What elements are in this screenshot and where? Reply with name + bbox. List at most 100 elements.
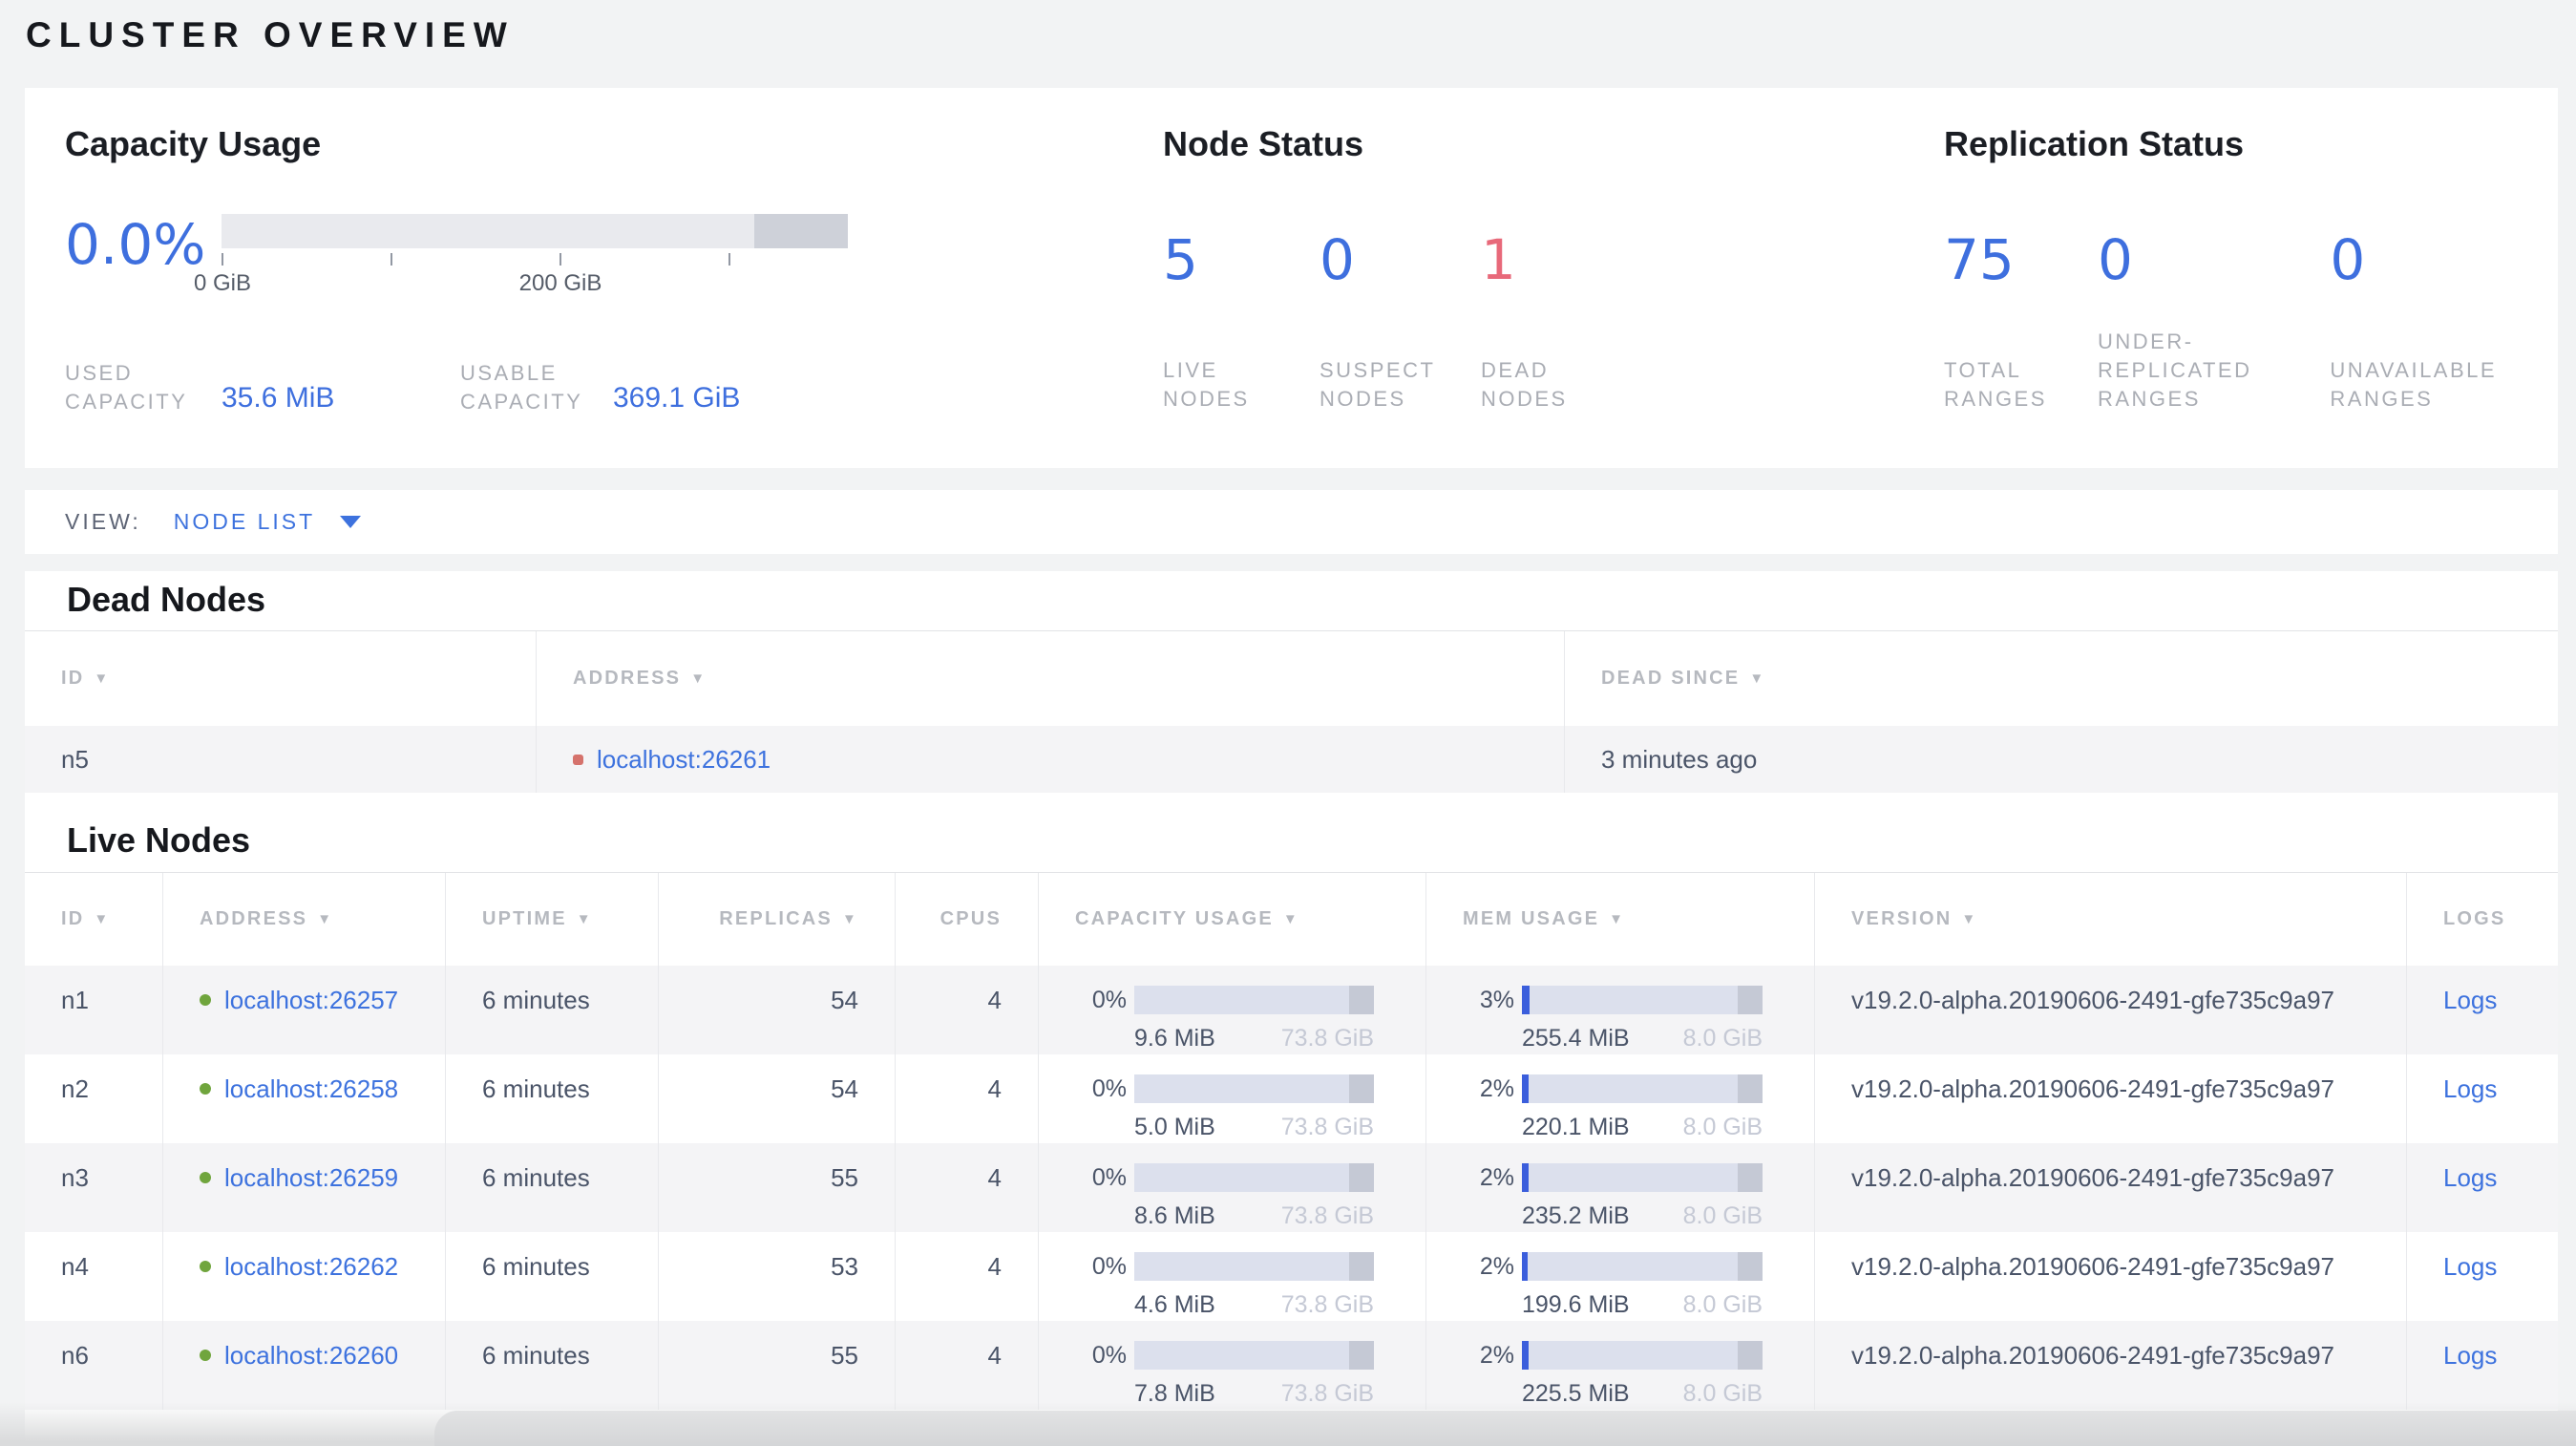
dead-nodes-count: 1 (1481, 227, 1516, 292)
capacity-usage-cell: 0% 5.0 MiB 73.8 GiB (1039, 1054, 1426, 1143)
node-id-cell: n6 (25, 1321, 163, 1410)
mem-usage-cell: 2% 225.5 MiB 8.0 GiB (1426, 1321, 1815, 1410)
node-list-sheet: Dead Nodes ID ▼ ADDRESS ▼ DEAD SINCE ▼ n… (25, 571, 2558, 1446)
live-status-dot-icon (200, 994, 211, 1006)
dead-node-row: n5 localhost:26261 3 minutes ago (25, 726, 2558, 793)
version-cell: v19.2.0-alpha.20190606-2491-gfe735c9a97 (1815, 1232, 2407, 1321)
suspect-nodes-count: 0 (1320, 227, 1355, 292)
sort-arrow-icon: ▼ (1609, 911, 1626, 927)
mem-percent-label: 2% (1479, 1253, 1514, 1280)
logs-cell: Logs (2407, 966, 2557, 1054)
version-cell: v19.2.0-alpha.20190606-2491-gfe735c9a97 (1815, 1321, 2407, 1410)
replicas-cell: 55 (659, 1143, 896, 1232)
view-selected-value: NODE LIST (173, 509, 316, 534)
axis-label-zero: 0 GiB (193, 270, 252, 296)
mem-usage-cell: 3% 255.4 MiB 8.0 GiB (1426, 966, 1815, 1054)
logs-cell: Logs (2407, 1321, 2557, 1410)
unavailable-ranges-count: 0 (2330, 227, 2366, 292)
capacity-percent-label: 0% (1091, 987, 1127, 1013)
capacity-usage-bar (1134, 986, 1374, 1014)
uptime-cell: 6 minutes (446, 1232, 659, 1321)
node-id-cell: n4 (25, 1232, 163, 1321)
mem-usage-bar (1522, 986, 1763, 1014)
replication-status-section: Replication Status 75 TOTAL RANGES 0 UND… (1944, 88, 2555, 468)
capacity-total-value: 73.8 GiB (1280, 1114, 1374, 1140)
node-address-link[interactable]: localhost:26257 (224, 983, 398, 1017)
sort-arrow-icon: ▼ (317, 911, 334, 927)
capacity-usage-heading: Capacity Usage (65, 124, 322, 163)
capacity-usage-cell: 0% 7.8 MiB 73.8 GiB (1039, 1321, 1426, 1410)
logs-cell: Logs (2407, 1054, 2557, 1143)
cpus-cell: 4 (896, 1321, 1039, 1410)
mem-reserved-segment (1738, 1341, 1763, 1370)
total-ranges-count: 75 (1944, 227, 2015, 292)
dead-node-address-link[interactable]: localhost:26261 (597, 742, 771, 776)
live-col-address[interactable]: ADDRESS ▼ (163, 873, 446, 966)
logs-cell: Logs (2407, 1232, 2557, 1321)
dead-nodes-label: DEAD NODES (1481, 358, 1568, 411)
live-col-version[interactable]: VERSION ▼ (1815, 873, 2407, 966)
dead-col-id[interactable]: ID ▼ (25, 631, 537, 726)
live-col-uptime[interactable]: UPTIME ▼ (446, 873, 659, 966)
unavailable-ranges-label: UNAVAILABLE RANGES (2330, 358, 2498, 411)
node-address-link[interactable]: localhost:26259 (224, 1160, 398, 1195)
node-address-link[interactable]: localhost:26258 (224, 1072, 398, 1106)
mem-usage-bar (1522, 1252, 1763, 1281)
dead-nodes-header-row: ID ▼ ADDRESS ▼ DEAD SINCE ▼ (25, 631, 2558, 726)
replicas-cell: 53 (659, 1232, 896, 1321)
mem-usage-bar (1522, 1341, 1763, 1370)
live-nodes-heading: Live Nodes (67, 820, 251, 860)
mem-used-value: 199.6 MiB (1522, 1291, 1630, 1318)
logs-link[interactable]: Logs (2443, 1160, 2497, 1195)
logs-link[interactable]: Logs (2443, 1338, 2497, 1372)
uptime-cell: 6 minutes (446, 966, 659, 1054)
logs-link[interactable]: Logs (2443, 1072, 2497, 1106)
view-dropdown[interactable]: NODE LIST (173, 509, 362, 535)
replication-status-heading: Replication Status (1944, 124, 2245, 163)
mem-usage-cell: 2% 220.1 MiB 8.0 GiB (1426, 1054, 1815, 1143)
dead-node-address-cell: localhost:26261 (537, 726, 1565, 793)
live-status-dot-icon (200, 1261, 211, 1272)
mem-reserved-segment (1738, 1163, 1763, 1192)
uptime-cell: 6 minutes (446, 1054, 659, 1143)
node-address-cell: localhost:26262 (163, 1232, 446, 1321)
capacity-total-value: 73.8 GiB (1280, 1202, 1374, 1229)
live-status-dot-icon (200, 1172, 211, 1183)
live-col-capacity-usage[interactable]: CAPACITY USAGE ▼ (1039, 873, 1426, 966)
version-cell: v19.2.0-alpha.20190606-2491-gfe735c9a97 (1815, 1143, 2407, 1232)
view-label: VIEW: (65, 509, 141, 534)
table-row: n3 localhost:26259 6 minutes 55 4 0% 8.6… (25, 1143, 2558, 1232)
live-nodes-label: LIVE NODES (1163, 358, 1250, 411)
dead-col-dead-since[interactable]: DEAD SINCE ▼ (1565, 631, 2557, 726)
node-status-section: Node Status 5 LIVE NODES 0 SUSPECT NODES… (1163, 88, 1831, 468)
cpus-cell: 4 (896, 1232, 1039, 1321)
live-col-replicas[interactable]: REPLICAS ▼ (659, 873, 896, 966)
live-col-cpus: CPUS (896, 873, 1039, 966)
mem-total-value: 8.0 GiB (1682, 1202, 1763, 1229)
capacity-percent-label: 0% (1091, 1342, 1127, 1369)
capacity-reserved-segment (1349, 986, 1374, 1014)
live-col-id[interactable]: ID ▼ (25, 873, 163, 966)
mem-usage-cell: 2% 235.2 MiB 8.0 GiB (1426, 1143, 1815, 1232)
node-address-link[interactable]: localhost:26260 (224, 1338, 398, 1372)
capacity-used-value: 5.0 MiB (1134, 1114, 1215, 1140)
dead-col-address[interactable]: ADDRESS ▼ (537, 631, 1565, 726)
total-ranges-stat: 75 TOTAL RANGES (1944, 229, 2098, 414)
logs-link[interactable]: Logs (2443, 983, 2497, 1017)
mem-total-value: 8.0 GiB (1682, 1291, 1763, 1318)
capacity-total-value: 73.8 GiB (1280, 1291, 1374, 1318)
mem-percent-label: 3% (1479, 987, 1514, 1013)
node-address-cell: localhost:26257 (163, 966, 446, 1054)
node-address-link[interactable]: localhost:26262 (224, 1249, 398, 1284)
live-nodes-stat: 5 LIVE NODES (1163, 229, 1320, 414)
capacity-usage-cell: 0% 4.6 MiB 73.8 GiB (1039, 1232, 1426, 1321)
sort-arrow-icon: ▼ (690, 670, 707, 687)
page-title: CLUSTER OVERVIEW (26, 15, 515, 54)
capacity-usage-bar (1134, 1163, 1374, 1192)
view-bar: VIEW: NODE LIST (25, 490, 2558, 554)
capacity-usage-section: Capacity Usage 0.0% 0 GiB 200 GiB USED C… (65, 88, 1115, 468)
summary-card: Capacity Usage 0.0% 0 GiB 200 GiB USED C… (25, 88, 2558, 468)
logs-link[interactable]: Logs (2443, 1249, 2497, 1284)
table-row: n1 localhost:26257 6 minutes 54 4 0% 9.6… (25, 966, 2558, 1054)
live-col-mem-usage[interactable]: MEM USAGE ▼ (1426, 873, 1815, 966)
